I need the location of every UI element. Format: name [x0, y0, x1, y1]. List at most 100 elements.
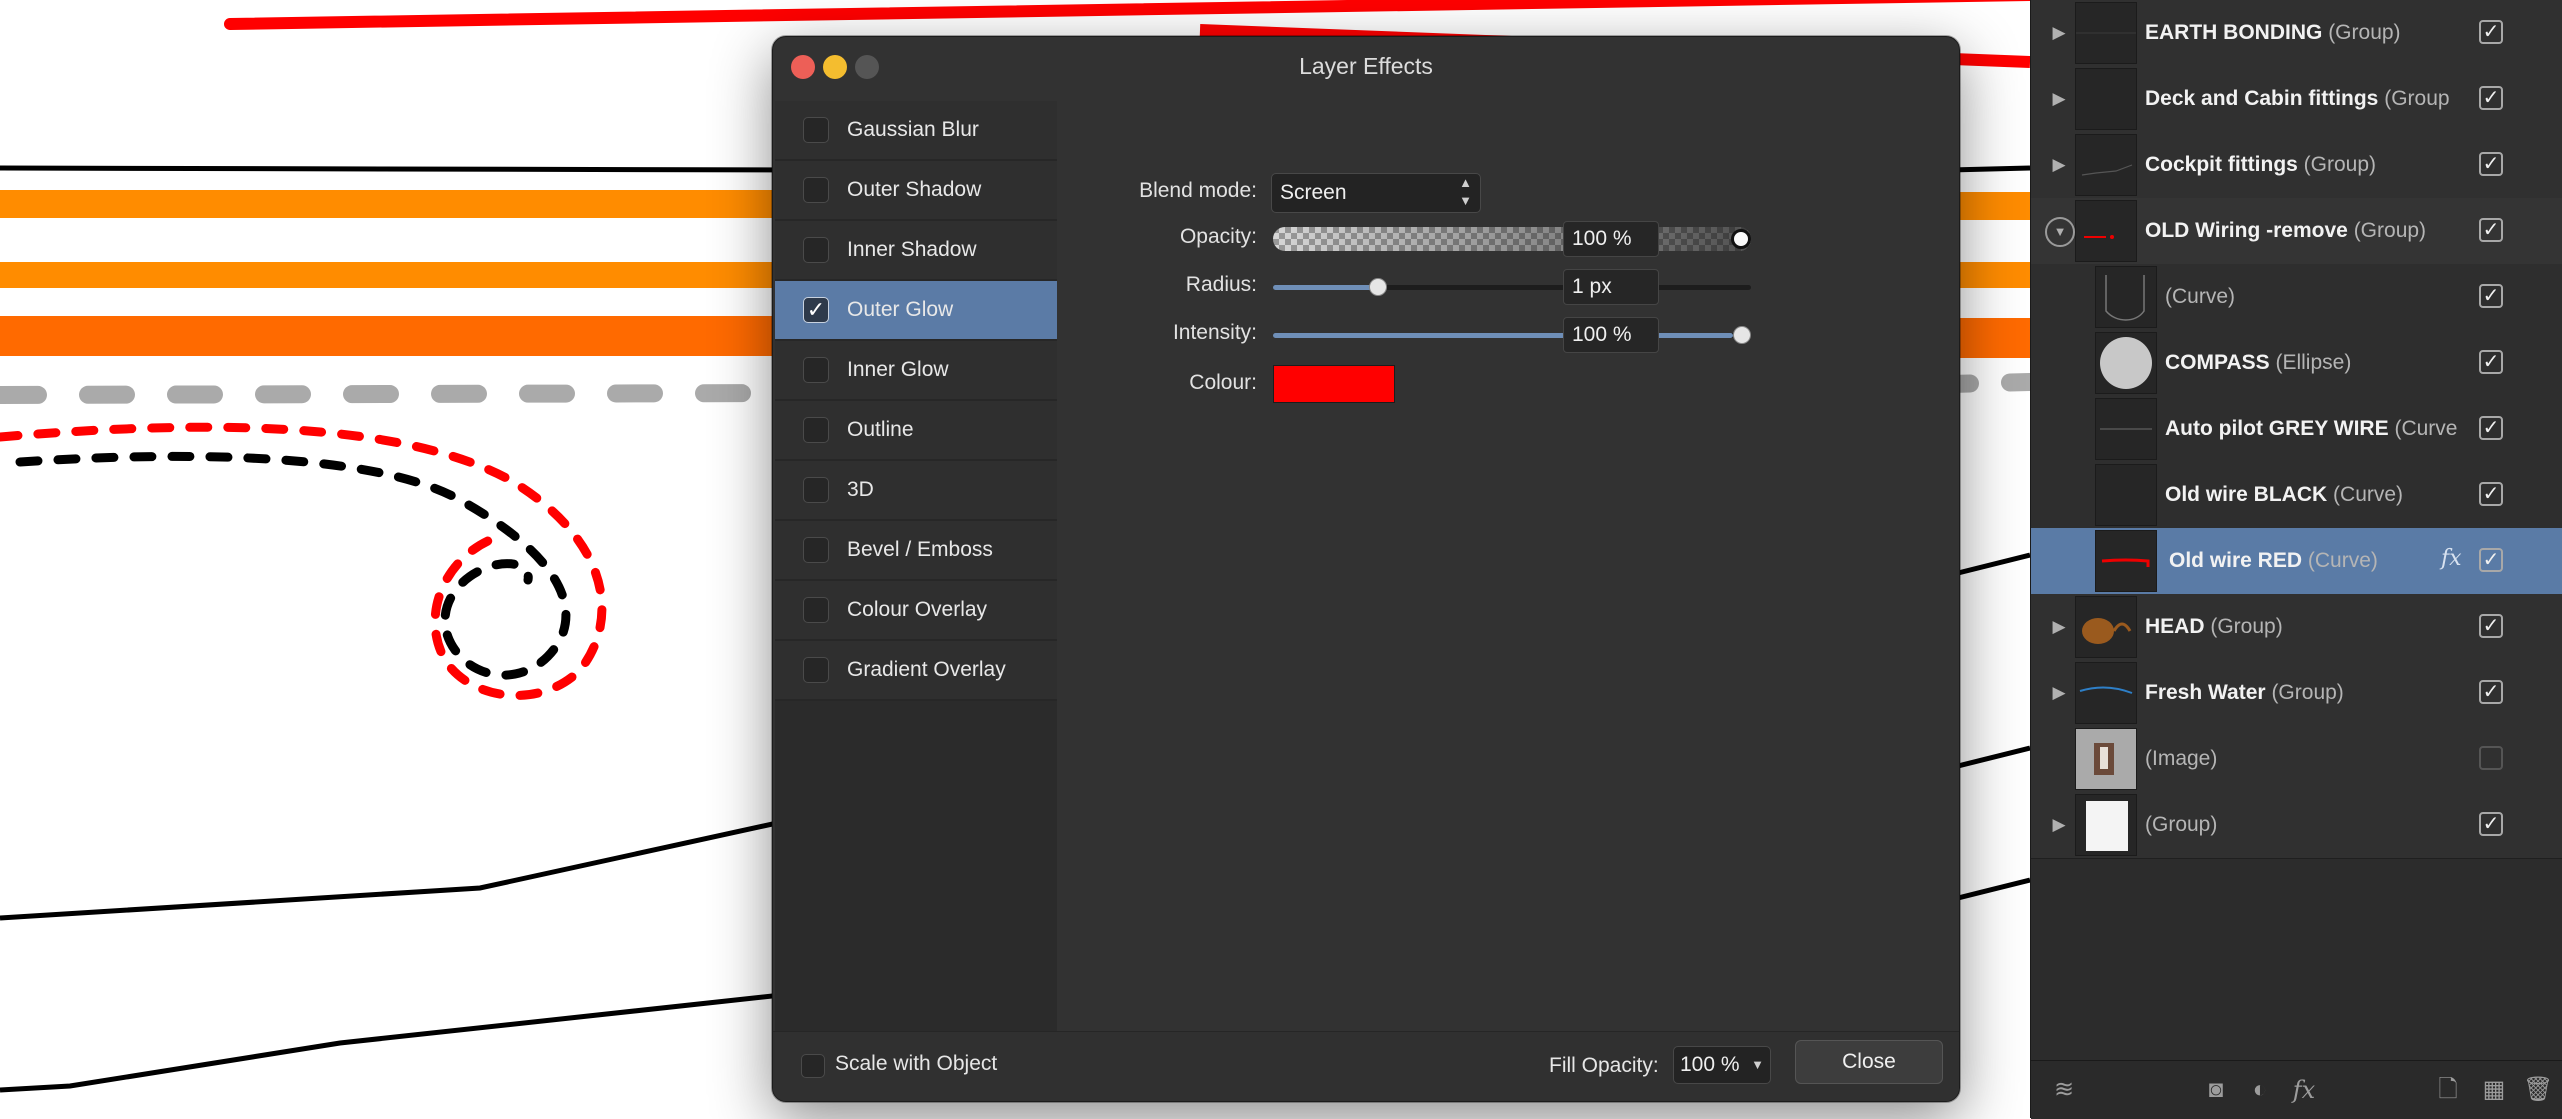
- collapse-triangle-icon[interactable]: ▼: [2045, 217, 2075, 247]
- fx-icon[interactable]: fx: [2289, 1075, 2319, 1105]
- blend-mode-select[interactable]: Screen ▲ ▼: [1271, 173, 1481, 213]
- effect-item[interactable]: Gaussian Blur: [775, 101, 1057, 161]
- intensity-label: Intensity:: [1172, 321, 1257, 344]
- effect-item[interactable]: Bevel / Emboss: [775, 521, 1057, 581]
- layer-name: Auto pilot GREY WIRE (Curve: [2165, 396, 2505, 462]
- effect-checkbox[interactable]: ✓: [803, 297, 829, 323]
- effect-checkbox[interactable]: [803, 657, 829, 683]
- close-button[interactable]: Close: [1795, 1040, 1943, 1084]
- layers-stack-icon[interactable]: ≋: [2049, 1075, 2079, 1105]
- layer-thumbnail: [2075, 728, 2137, 790]
- effect-checkbox[interactable]: [803, 237, 829, 263]
- effect-item[interactable]: Colour Overlay: [775, 581, 1057, 641]
- effect-checkbox[interactable]: [803, 477, 829, 503]
- visibility-checkbox[interactable]: ✓: [2479, 218, 2503, 242]
- trash-icon[interactable]: 🗑: [2523, 1075, 2553, 1105]
- layer-name: (Image): [2145, 726, 2485, 792]
- expand-triangle-icon[interactable]: ▶: [2047, 615, 2071, 639]
- effect-item[interactable]: 3D: [775, 461, 1057, 521]
- effect-label: 3D: [847, 478, 874, 501]
- layer-effects-dialog: Layer Effects Gaussian Blur Outer Shadow I…: [772, 36, 1960, 1102]
- layer-name: OLD Wiring -remove (Group): [2145, 198, 2485, 264]
- layer-row[interactable]: ▶ Cockpit fittings (Group) ✓: [2031, 132, 2562, 199]
- layer-row[interactable]: COMPASS (Ellipse) ✓: [2031, 330, 2562, 397]
- layer-row[interactable]: (Curve) ✓: [2031, 264, 2562, 331]
- expand-triangle-icon[interactable]: ▶: [2047, 813, 2071, 837]
- effect-checkbox[interactable]: [803, 117, 829, 143]
- layer-name: EARTH BONDING (Group): [2145, 0, 2485, 66]
- radius-slider-fill: [1273, 285, 1379, 290]
- layer-row[interactable]: (Image): [2031, 726, 2562, 793]
- visibility-checkbox[interactable]: ✓: [2479, 152, 2503, 176]
- layer-fx-icon[interactable]: fx: [2441, 546, 2462, 571]
- layer-name-text: COMPASS: [2165, 351, 2270, 374]
- black-wire-1-right: [1949, 165, 2030, 173]
- effect-item[interactable]: Gradient Overlay: [775, 641, 1057, 701]
- layer-thumbnail: [2095, 464, 2157, 526]
- dialog-titlebar[interactable]: Layer Effects: [773, 37, 1959, 95]
- layer-row[interactable]: ▶ (Group) ✓: [2031, 792, 2562, 859]
- layer-name: (Group): [2145, 792, 2485, 858]
- visibility-checkbox[interactable]: [2479, 746, 2503, 770]
- layer-row[interactable]: ▼ OLD Wiring -remove (Group) ✓: [2031, 198, 2562, 265]
- layer-row[interactable]: ▶ Fresh Water (Group) ✓: [2031, 660, 2562, 727]
- effect-item[interactable]: Outline: [775, 401, 1057, 461]
- intensity-slider-knob[interactable]: [1733, 326, 1751, 344]
- layer-row[interactable]: ▶ HEAD (Group) ✓: [2031, 594, 2562, 661]
- pixel-layer-icon[interactable]: ▦: [2479, 1075, 2509, 1105]
- opacity-slider-knob[interactable]: [1731, 229, 1751, 249]
- visibility-checkbox[interactable]: ✓: [2479, 482, 2503, 506]
- scale-with-object-label: Scale with Object: [835, 1052, 998, 1075]
- effect-item[interactable]: Outer Shadow: [775, 161, 1057, 221]
- visibility-checkbox[interactable]: ✓: [2479, 680, 2503, 704]
- layer-type-text: (Ellipse): [2275, 351, 2352, 374]
- radius-slider[interactable]: [1273, 278, 1751, 296]
- dialog-title: Layer Effects: [1299, 53, 1433, 79]
- layer-row[interactable]: Auto pilot GREY WIRE (Curve ✓: [2031, 396, 2562, 463]
- visibility-checkbox[interactable]: ✓: [2479, 416, 2503, 440]
- visibility-checkbox[interactable]: ✓: [2479, 86, 2503, 110]
- expand-triangle-icon[interactable]: ▶: [2047, 153, 2071, 177]
- layer-type-text: (Curve): [2165, 285, 2236, 308]
- opacity-value-field[interactable]: 100 %: [1563, 221, 1659, 257]
- effect-checkbox[interactable]: [803, 537, 829, 563]
- intensity-slider[interactable]: [1273, 326, 1751, 344]
- scale-with-object-checkbox[interactable]: [801, 1054, 825, 1078]
- new-layer-icon[interactable]: 🗋: [2433, 1075, 2463, 1105]
- radius-value-field[interactable]: 1 px: [1563, 269, 1659, 305]
- expand-triangle-icon[interactable]: ▶: [2047, 681, 2071, 705]
- intensity-value-field[interactable]: 100 %: [1563, 317, 1659, 353]
- layer-row[interactable]: Old wire BLACK (Curve) ✓: [2031, 462, 2562, 529]
- layer-row[interactable]: ▶ EARTH BONDING (Group) ✓: [2031, 0, 2562, 67]
- visibility-checkbox[interactable]: ✓: [2479, 350, 2503, 374]
- effect-checkbox[interactable]: [803, 177, 829, 203]
- expand-triangle-icon[interactable]: ▶: [2047, 87, 2071, 111]
- effect-item[interactable]: Inner Glow: [775, 341, 1057, 401]
- visibility-checkbox[interactable]: ✓: [2479, 812, 2503, 836]
- radius-slider-knob[interactable]: [1369, 278, 1388, 296]
- layer-name: Old wire BLACK (Curve): [2165, 462, 2505, 528]
- fill-opacity-select[interactable]: 100 % ▼: [1673, 1046, 1771, 1084]
- radius-label: Radius:: [1185, 273, 1257, 296]
- colour-swatch[interactable]: [1273, 365, 1395, 403]
- effect-item[interactable]: ✓ Outer Glow: [775, 281, 1057, 341]
- visibility-checkbox[interactable]: ✓: [2479, 614, 2503, 638]
- visibility-checkbox[interactable]: ✓: [2479, 284, 2503, 308]
- opacity-slider[interactable]: [1273, 227, 1751, 251]
- visibility-checkbox[interactable]: ✓: [2479, 548, 2503, 572]
- effect-checkbox[interactable]: [803, 417, 829, 443]
- layer-type-text: (Group): [2303, 153, 2377, 176]
- adjustment-icon[interactable]: ◐: [2245, 1075, 2275, 1105]
- mask-icon[interactable]: ◙: [2201, 1075, 2231, 1105]
- expand-triangle-icon[interactable]: ▶: [2047, 21, 2071, 45]
- effect-item[interactable]: Inner Shadow: [775, 221, 1057, 281]
- layer-row[interactable]: Old wire RED (Curve) fx ✓: [2031, 528, 2562, 595]
- layer-name-text: Cockpit fittings: [2145, 153, 2298, 176]
- layer-thumbnail: [2095, 266, 2157, 328]
- layer-type-text: (Curve: [2394, 417, 2458, 440]
- effect-checkbox[interactable]: [803, 597, 829, 623]
- layer-row[interactable]: ▶ Deck and Cabin fittings (Group ✓: [2031, 66, 2562, 133]
- effect-checkbox[interactable]: [803, 357, 829, 383]
- effect-label: Outline: [847, 418, 914, 441]
- visibility-checkbox[interactable]: ✓: [2479, 20, 2503, 44]
